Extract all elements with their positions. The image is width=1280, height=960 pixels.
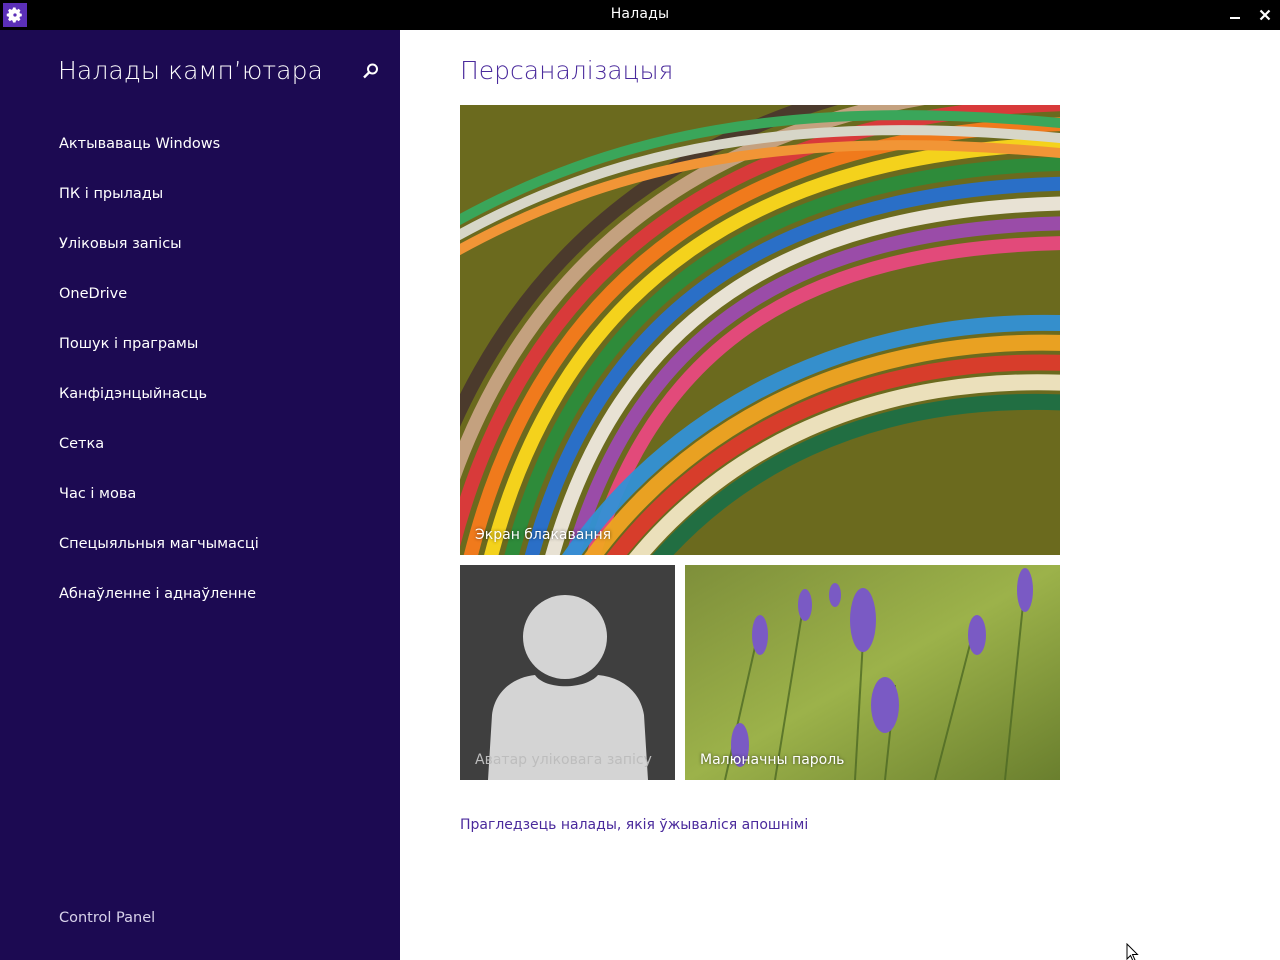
lock-screen-label: Экран блакавання: [475, 527, 612, 543]
main-content: Персаналізацыя Экран блакавання Аватар у…: [400, 30, 1280, 960]
lock-screen-image: [460, 105, 1060, 555]
sidebar-item-onedrive[interactable]: OneDrive: [59, 284, 259, 334]
close-icon: [1259, 9, 1271, 21]
page-title: Персаналізацыя: [460, 56, 674, 85]
search-icon: [363, 63, 378, 79]
avatar-placeholder-icon: [488, 595, 648, 780]
sidebar-item-pc-and-devices[interactable]: ПК і прылады: [59, 184, 259, 234]
sidebar-item-accounts[interactable]: Уліковыя запісы: [59, 234, 259, 284]
lock-screen-tile[interactable]: Экран блакавання: [460, 105, 1060, 555]
sidebar-item-privacy[interactable]: Канфідэнцыйнасць: [59, 384, 259, 434]
control-panel-link[interactable]: Control Panel: [59, 910, 155, 926]
sidebar-item-search-and-apps[interactable]: Пошук і праграмы: [59, 334, 259, 384]
sidebar-nav: Актываваць Windows ПК і прылады Уліковыя…: [59, 134, 259, 634]
sidebar: Налады камп’ютара Актываваць Windows ПК …: [0, 30, 400, 960]
sidebar-item-ease-of-access[interactable]: Спецыяльныя магчымасці: [59, 534, 259, 584]
sidebar-title: Налады камп’ютара: [58, 56, 323, 85]
mouse-pointer-icon: [1126, 943, 1139, 960]
title-bar: Налады: [0, 0, 1280, 30]
account-picture-tile[interactable]: Аватар уліковага запісу: [460, 565, 675, 780]
sidebar-item-activate-windows[interactable]: Актываваць Windows: [59, 134, 259, 184]
recent-settings-link[interactable]: Прагледзець налады, якія ўжываліся апошн…: [460, 817, 808, 833]
picture-password-tile[interactable]: Малюначны пароль: [685, 565, 1060, 780]
sidebar-item-network[interactable]: Сетка: [59, 434, 259, 484]
sidebar-item-update-and-recovery[interactable]: Абнаўленне і аднаўленне: [59, 584, 259, 634]
close-button[interactable]: [1255, 5, 1275, 25]
search-button[interactable]: [360, 60, 382, 82]
sidebar-item-time-and-language[interactable]: Час і мова: [59, 484, 259, 534]
picture-password-image: [685, 565, 1060, 780]
minimize-button[interactable]: [1225, 5, 1245, 25]
window-title: Налады: [610, 6, 670, 22]
picture-password-label: Малюначны пароль: [700, 752, 845, 768]
account-picture-label: Аватар уліковага запісу: [475, 752, 652, 768]
minimize-icon: [1230, 17, 1240, 19]
